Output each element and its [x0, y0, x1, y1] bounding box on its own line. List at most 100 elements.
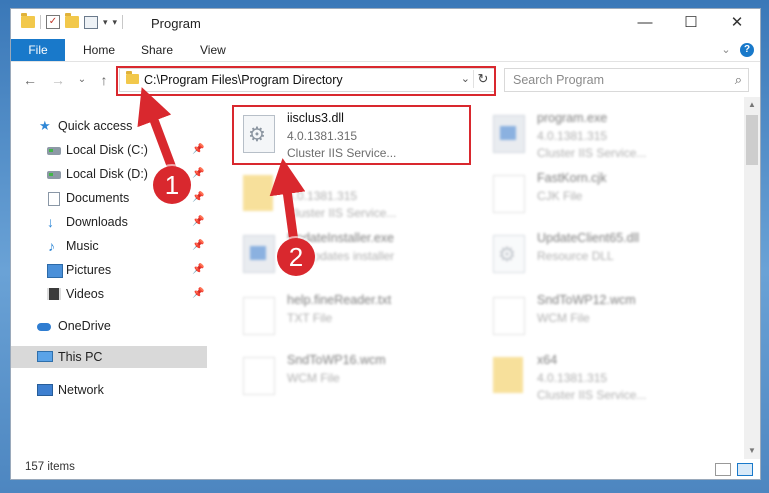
exe-file-icon	[493, 115, 525, 153]
chevron-down-icon[interactable]: ▾	[103, 17, 108, 28]
help-icon[interactable]: ?	[740, 43, 754, 57]
sidebar-item-network[interactable]: Network	[11, 379, 207, 401]
pin-icon[interactable]: 📌	[192, 264, 204, 275]
file-item-sndtowp16[interactable]: SndToWP16.wcm WCM File	[235, 349, 475, 403]
file-item-updateinstaller[interactable]: UpdateInstaller.exe UP updates installer	[235, 227, 475, 281]
folder-icon	[243, 175, 273, 211]
star-icon: ★	[39, 118, 51, 133]
up-arrow-icon[interactable]: ↑	[93, 70, 115, 90]
status-bar: 157 items	[11, 459, 760, 479]
file-type: WCM File	[537, 311, 590, 325]
sidebar-item-label: Documents	[66, 191, 130, 205]
explorer-window: ✓ ▾ ▾ Program — ☐ ✕ File Home Share View…	[10, 8, 761, 480]
generic-file-icon	[493, 175, 525, 213]
pin-icon[interactable]: 📌	[192, 240, 204, 251]
sidebar-item-music[interactable]: ♪ Music 📌	[11, 235, 207, 257]
search-input[interactable]: Search Program	[513, 73, 604, 87]
file-item-fastkorn[interactable]: FastKorn.cjk CJK File	[485, 167, 725, 221]
title-bar: ✓ ▾ ▾ Program — ☐ ✕	[11, 9, 760, 39]
customize-toolbar-icon[interactable]: ▾	[113, 17, 118, 28]
drive-icon	[47, 147, 61, 155]
address-bar-highlight	[116, 66, 496, 96]
sidebar-item-label: Quick access	[58, 119, 133, 133]
scroll-thumb[interactable]	[746, 115, 758, 165]
details-view-icon[interactable]	[715, 463, 731, 476]
pin-icon[interactable]: 📌	[192, 288, 204, 299]
file-version: 4.0.1381.315	[537, 129, 608, 143]
dll-file-icon	[493, 235, 525, 273]
vertical-scrollbar[interactable]: ▲ ▼	[744, 97, 760, 459]
scroll-down-icon[interactable]: ▼	[744, 443, 760, 459]
tab-view[interactable]: View	[200, 39, 226, 61]
forward-arrow-icon[interactable]: →	[47, 70, 69, 90]
pin-icon[interactable]: 📌	[192, 192, 204, 203]
sidebar-item-local-disk-c[interactable]: Local Disk (C:) 📌	[11, 139, 207, 161]
network-icon	[37, 384, 53, 396]
sidebar-item-label: Local Disk (D:)	[66, 167, 148, 181]
file-item-updateclient65[interactable]: UpdateClient65.dll Resource DLL	[485, 227, 725, 281]
file-description: Cluster IIS Service...	[287, 206, 397, 220]
file-name: program.exe	[537, 111, 608, 125]
videos-icon	[47, 288, 61, 300]
file-item-x64[interactable]: x64 4.0.1381.315 Cluster IIS Service...	[485, 349, 725, 403]
close-button[interactable]: ✕	[714, 9, 760, 39]
sidebar-item-downloads[interactable]: ↓ Downloads 📌	[11, 211, 207, 233]
sidebar-item-label: Network	[58, 383, 104, 397]
pin-icon[interactable]: 📌	[192, 168, 204, 179]
cloud-icon	[37, 323, 51, 331]
tab-share[interactable]: Share	[141, 39, 173, 61]
file-item-program-exe[interactable]: program.exe 4.0.1381.315 Cluster IIS Ser…	[485, 107, 725, 161]
sidebar-item-label: Videos	[66, 287, 104, 301]
file-item-help-finereader[interactable]: help.fineReader.txt TXT File	[235, 289, 475, 343]
sidebar-item-onedrive[interactable]: OneDrive	[11, 315, 207, 337]
sidebar-item-label: Local Disk (C:)	[66, 143, 148, 157]
sidebar-item-pictures[interactable]: Pictures 📌	[11, 259, 207, 281]
sidebar-item-label: OneDrive	[58, 319, 111, 333]
file-name: help.fineReader.txt	[287, 293, 392, 307]
folder-icon[interactable]	[21, 13, 35, 28]
generic-file-icon	[243, 357, 275, 395]
file-type: Resource DLL	[537, 249, 614, 263]
step-2-badge: 2	[277, 238, 315, 276]
search-box[interactable]: Search Program ⌕	[504, 68, 749, 92]
file-version: 4.0.1381.315	[537, 371, 608, 385]
documents-icon	[48, 192, 60, 206]
minimize-button[interactable]: —	[622, 9, 668, 39]
file-type: TXT File	[287, 311, 333, 325]
pin-icon[interactable]: 📌	[192, 144, 204, 155]
sidebar-item-videos[interactable]: Videos 📌	[11, 283, 207, 305]
file-name: SndToWP12.wcm	[537, 293, 636, 307]
step-1-badge: 1	[153, 166, 191, 204]
sidebar-item-quick-access[interactable]: ★ Quick access	[11, 115, 207, 137]
tiles-view-icon[interactable]	[737, 463, 753, 476]
properties-check-icon[interactable]: ✓	[46, 15, 60, 29]
file-name: FastKorn.cjk	[537, 171, 607, 185]
music-icon: ♪	[48, 238, 55, 254]
file-name: UpdateClient65.dll	[537, 231, 640, 245]
recent-locations-chevron-icon[interactable]: ⌄	[71, 70, 93, 90]
maximize-button[interactable]: ☐	[668, 9, 714, 39]
file-description: Cluster IIS Service...	[537, 388, 647, 402]
sidebar-item-this-pc[interactable]: This PC	[11, 346, 207, 368]
toolbar-separator	[40, 15, 41, 29]
item-count: 157 items	[25, 461, 75, 473]
pictures-icon	[47, 264, 63, 278]
tab-home[interactable]: Home	[83, 39, 115, 61]
sidebar-item-label: Downloads	[66, 215, 128, 229]
new-folder-icon[interactable]	[65, 13, 79, 28]
file-item-folder[interactable]: 4.0.1381.315 Cluster IIS Service...	[235, 167, 475, 221]
window-title: Program	[151, 16, 201, 31]
dll-file-highlight	[232, 105, 471, 165]
view-properties-icon[interactable]	[84, 15, 98, 29]
pin-icon[interactable]: 📌	[192, 216, 204, 227]
scroll-up-icon[interactable]: ▲	[744, 97, 760, 113]
ribbon-tabs: File Home Share View ⌄ ?	[11, 39, 760, 93]
expand-ribbon-icon[interactable]: ⌄	[719, 43, 733, 57]
computer-icon	[37, 351, 53, 362]
search-icon[interactable]: ⌕	[735, 72, 742, 88]
toolbar-separator	[122, 15, 124, 29]
back-arrow-icon[interactable]: ←	[19, 70, 41, 90]
file-name: x64	[537, 353, 558, 367]
file-item-sndtowp12[interactable]: SndToWP12.wcm WCM File	[485, 289, 725, 343]
sidebar-item-label: This PC	[58, 350, 103, 364]
